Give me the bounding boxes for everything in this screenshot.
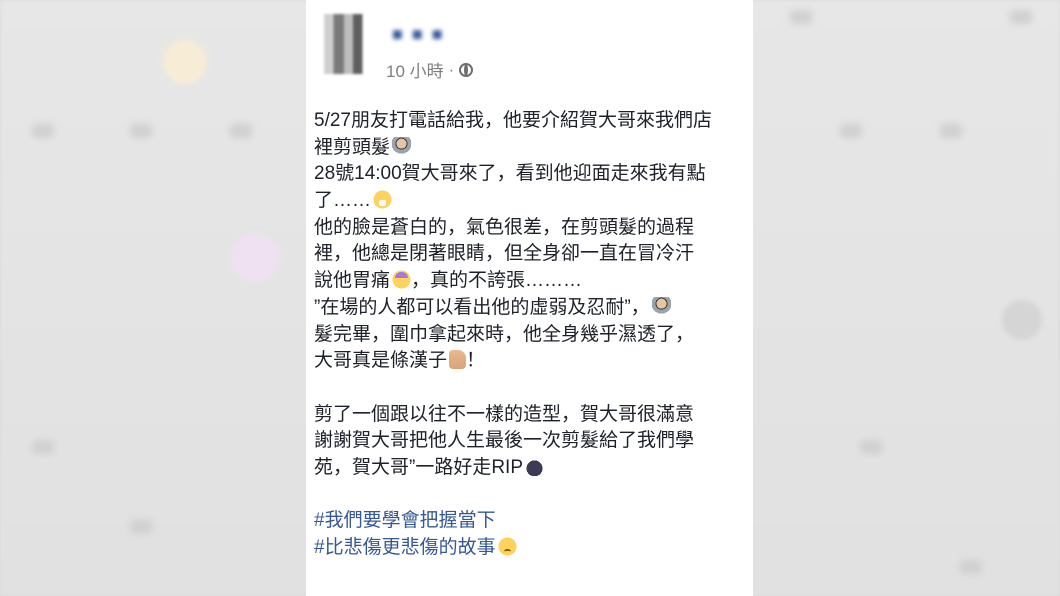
post-line: 裡剪頭髮 — [314, 135, 753, 162]
post-line: 說他胃痛 ，真的不誇張……… — [314, 270, 583, 292]
post-line: 5/27朋友打電話給我，他要介紹賀大哥來我們店 — [314, 110, 712, 131]
thumbs-up-emoji-icon — [449, 350, 467, 370]
sad-emoji-icon — [497, 537, 517, 556]
barber-emoji-icon — [392, 136, 412, 156]
post-timestamp[interactable]: 10 小時 — [386, 57, 444, 82]
hashtag-line: #我們要學會把握當下 — [314, 508, 753, 535]
post-line: 大哥真是條漢子！ — [314, 350, 486, 372]
post-line: 他的臉是蒼白的，氣色很差，在剪頭髮的過程 — [314, 216, 695, 238]
shocked-emoji-icon — [373, 190, 393, 210]
author-name[interactable]: ■ ■ ■ — [392, 24, 462, 44]
hashtag-link[interactable]: #比悲傷更悲傷的故事 — [314, 537, 496, 558]
post-line: 苑，賀大哥”一路好走RIP — [314, 455, 753, 482]
post-line: 裡，他總是閉著眼睛，但全身卻一直在冒冷汗 — [314, 243, 695, 265]
facebook-post: ■ ■ ■ 10 小時 · 5/27朋友打電話給我，他要介紹賀大哥來我們店 裡剪… — [306, 0, 753, 596]
post-line: 謝謝賀大哥把他人生最後一次剪髮給了我們學 — [314, 430, 695, 452]
hashtag-line: #比悲傷更悲傷的故事 — [314, 535, 753, 562]
post-line: 28號14:00賀大哥來了，看到他迎面走來我有點 — [314, 163, 706, 185]
barber-emoji-icon — [651, 296, 671, 316]
post-line: 了…… — [314, 188, 753, 215]
cat-emoji-icon — [525, 456, 545, 476]
post-line: 剪了一個跟以往不一樣的造型，賀大哥很滿意 — [314, 403, 695, 425]
sick-emoji-icon — [392, 270, 412, 290]
post-meta: 10 小時 · — [386, 57, 474, 82]
globe-icon[interactable] — [459, 62, 474, 77]
hashtag-link[interactable]: #我們要學會把握當下 — [314, 510, 496, 531]
post-line: ”在場的人都可以看出他的虛弱及忍耐”， — [314, 295, 753, 322]
post-body: 5/27朋友打電話給我，他要介紹賀大哥來我們店 裡剪頭髮 28號14:00賀大哥… — [314, 108, 753, 562]
meta-separator: · — [448, 59, 455, 79]
avatar[interactable] — [316, 14, 374, 74]
post-line: 髮完畢，圍巾拿起來時，他全身幾乎濕透了， — [314, 323, 695, 345]
